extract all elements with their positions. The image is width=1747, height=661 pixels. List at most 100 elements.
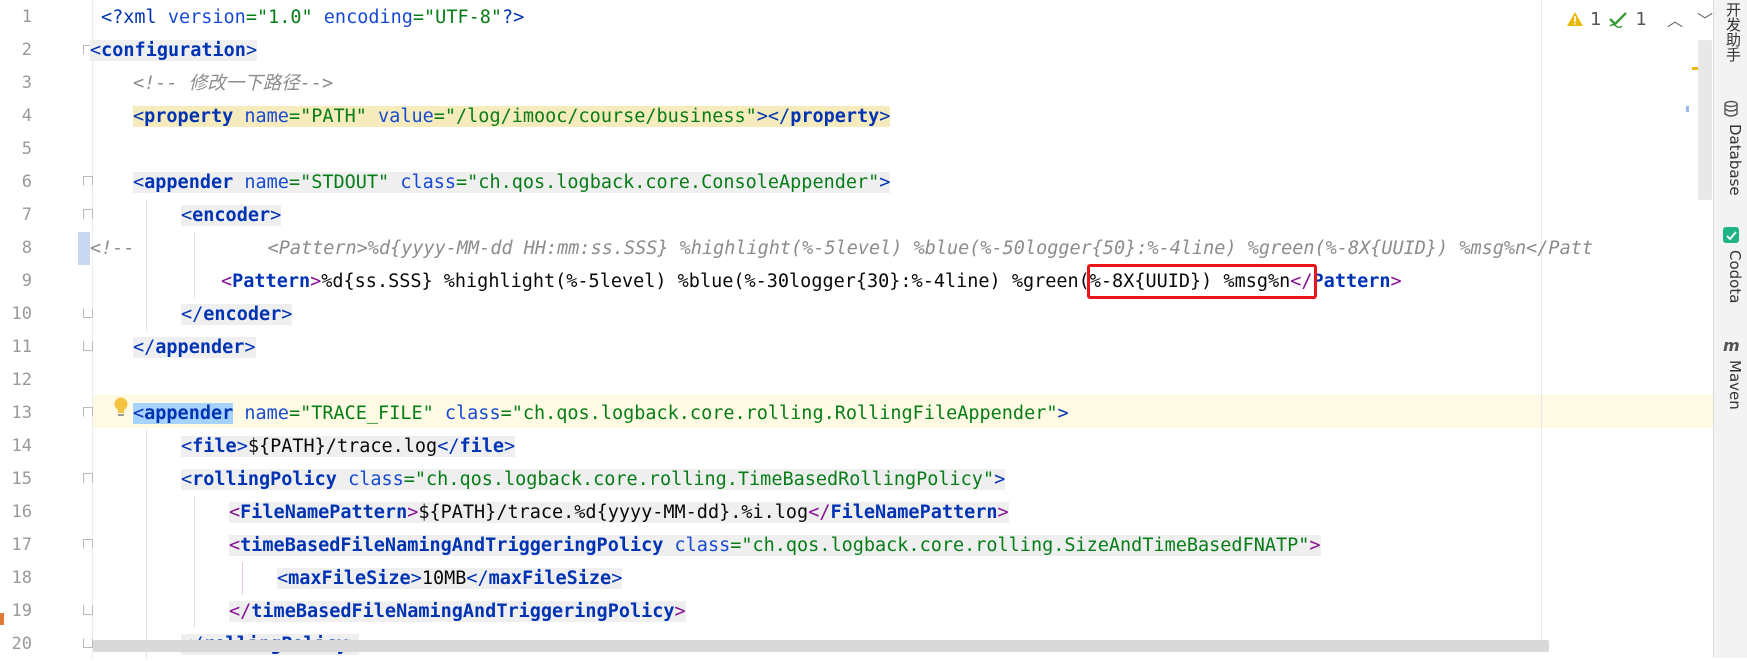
fold-marker[interactable] [83,209,93,219]
tag-name: maxFileSize [488,568,612,589]
inspection-widget[interactable]: 1 1 ︿ ﹀ [1566,6,1713,32]
tag-end: > [1309,535,1321,556]
line-number: 15 [11,469,32,489]
code-line-3: <!-- 修改一下路径--> [133,67,333,100]
tag-name: FileNamePattern [240,502,408,523]
tag-end: > [407,502,419,523]
eq: = [433,106,445,127]
fold-marker[interactable] [83,308,93,318]
fold-marker[interactable] [83,638,93,648]
horizontal-scrollbar[interactable] [93,640,1549,652]
code-line-8: <!-- <Pattern>%d{yyyy-MM-dd HH:mm:ss.SSS}… [90,232,1593,265]
comment-start: <!-- [90,238,135,259]
database-icon [1724,100,1738,117]
code-line-16: <FileNamePattern>${PATH}/trace.%d{yyyy-M… [229,496,1009,529]
database-tab[interactable]: Database [1718,124,1744,196]
line-number: 14 [11,436,32,456]
tag-end: > [997,502,1009,523]
eq: = [730,535,742,556]
attr-value: "1.0" [256,7,313,28]
code-line-18: <maxFileSize>10MB</maxFileSize> [277,562,623,595]
attr-value: "UTF-8" [424,7,503,28]
attr-name: class [336,469,404,490]
tag-name: property [144,106,234,127]
fold-marker[interactable] [83,407,93,417]
xml-decl-name: xml [123,7,157,28]
attr-name: name [233,403,289,424]
tag-open: < [277,568,289,589]
tag-name: appender [144,403,234,424]
tag-end: > [236,436,248,457]
tag-name: FileNamePattern [830,502,998,523]
code-line-2: <configuration> [90,34,258,67]
tag-open: < [229,535,241,556]
check-count: 1 [1635,8,1647,30]
xml-comment: <!-- 修改一下路径--> [133,73,334,94]
code-line-4: <property name="PATH" value="/log/imooc/… [133,100,891,133]
tag-name: Pattern [1312,271,1391,292]
eq: = [403,469,415,490]
tag-close-open: </ [808,502,831,523]
tag-end: > [244,337,256,358]
attr-name: version [156,7,246,28]
code-line-19: </timeBasedFileNamingAndTriggeringPolicy… [229,595,686,628]
line-number: 11 [11,337,32,357]
dev-helper-tab[interactable]: 开发助手 [1718,2,1744,62]
change-marker [0,613,4,625]
line-number: 9 [21,271,32,291]
tag-end: > [245,40,258,61]
tag-close-open: </ [466,568,489,589]
tag-open: < [229,502,241,523]
tag-open: < [133,172,145,193]
code-line-17: <timeBasedFileNamingAndTriggeringPolicy … [229,529,1321,562]
codota-tab[interactable]: Codota [1718,250,1744,303]
line-number: 3 [21,73,32,93]
tag-name: file [459,436,505,457]
tag-name: encoder [203,304,282,325]
fold-marker[interactable] [83,539,93,549]
eq: = [500,403,512,424]
fold-marker[interactable] [83,473,93,483]
tag-end: > [1057,403,1069,424]
vertical-scrollbar[interactable] [1698,40,1712,200]
tag-name: timeBasedFileNamingAndTriggeringPolicy [251,601,675,622]
editor-gutter: 1 2 3 4 5 6 7 8 9 10 11 12 13 14 15 16 1… [0,0,93,658]
line-number: 8 [21,238,32,258]
tag-end: > [879,172,891,193]
attr-value: "ch.qos.logback.core.rolling.TimeBasedRo… [414,469,995,490]
element-text: ${PATH}/trace.%d{yyyy-MM-dd}.%i.log [418,502,809,523]
maven-tab[interactable]: Maven [1718,360,1744,410]
attr-value: "ch.qos.logback.core.ConsoleAppender" [467,172,880,193]
warning-icon [1567,12,1584,26]
attr-value: "TRACE_FILE" [300,403,434,424]
line-number: 6 [21,172,32,192]
fold-marker[interactable] [83,341,93,351]
error-stripe-marker[interactable] [1686,106,1689,112]
attr-name: class [663,535,731,556]
eq: = [245,7,257,28]
code-editor[interactable]: <?xml version="1.0" encoding="UTF-8"?> <… [90,0,1713,658]
code-line-6: <appender name="STDOUT" class="ch.qos.lo… [133,166,891,199]
fold-marker[interactable] [83,176,93,186]
tag-name: rollingPolicy [192,469,337,490]
chevron-up-icon[interactable]: ︿ [1667,7,1683,31]
attr-name: class [389,172,457,193]
eq: = [288,172,301,193]
chevron-down-icon[interactable]: ﹀ [1697,7,1713,31]
line-number: 17 [11,535,32,555]
attr-value: "PATH" [300,106,367,127]
attr-value: "ch.qos.logback.core.rolling.SizeAndTime… [741,535,1310,556]
tag-end: > [410,568,422,589]
attr-name: name [233,172,289,193]
tag-end: > [281,304,293,325]
attr-name: encoding [312,7,413,28]
tag-end: > [674,601,686,622]
attr-value: "/log/imooc/course/business" [444,106,757,127]
tag-end: > [504,436,516,457]
tag-open: < [181,469,193,490]
tag-close-open: ></ [756,106,791,127]
tag-open: < [181,436,193,457]
code-line-14: <file>${PATH}/trace.log</file> [181,430,516,463]
tag-end: > [1390,271,1402,292]
fold-marker[interactable] [83,605,93,615]
